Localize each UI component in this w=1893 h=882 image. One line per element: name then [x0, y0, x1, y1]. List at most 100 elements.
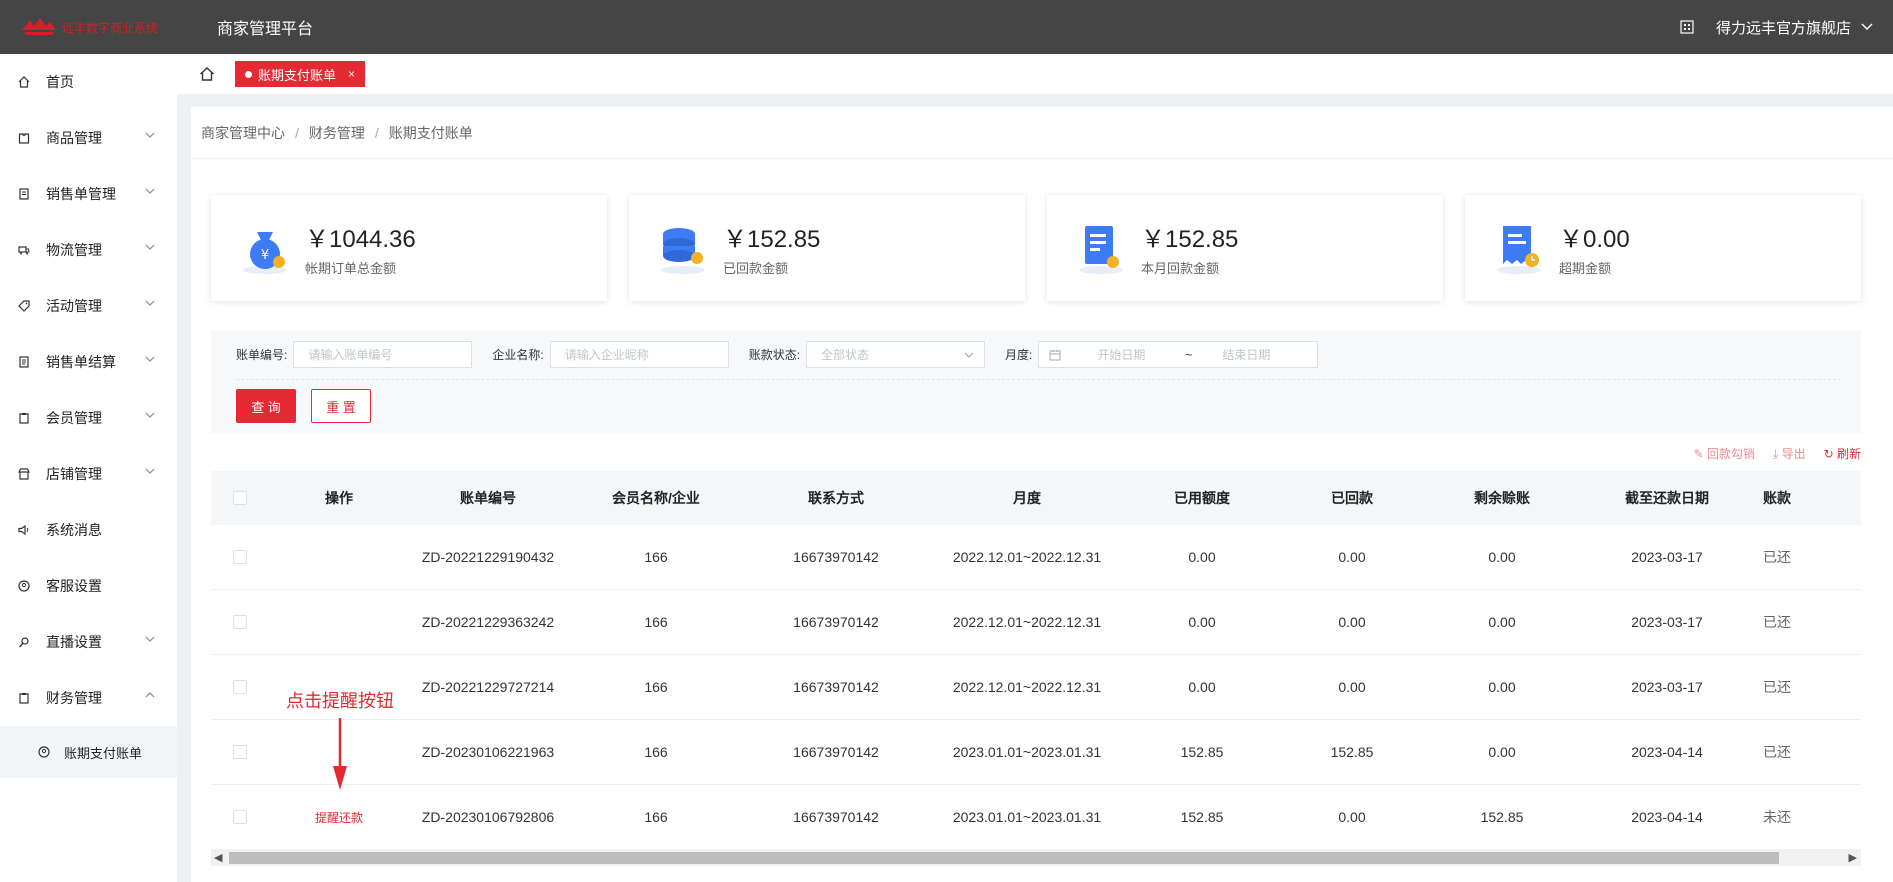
export-button[interactable]: ⤓ 导出 — [1773, 445, 1806, 462]
scroll-right-icon[interactable]: ▶ — [1849, 851, 1857, 864]
sidebar-item-label: 销售单管理 — [46, 186, 116, 202]
writeoff-button[interactable]: ✎ 回款勾销 — [1694, 445, 1755, 462]
sidebar-item-settlement[interactable]: 销售单结算 — [0, 334, 177, 390]
bill-no-input[interactable]: 请输入账单编号 — [293, 341, 473, 368]
sidebar-item-shop[interactable]: 店铺管理 — [0, 446, 177, 502]
table-row: ZD-20230106221963 166 16673970142 2023.0… — [211, 720, 1861, 785]
end-date-input[interactable]: 结束日期 — [1222, 346, 1270, 363]
contact-cell: 16673970142 — [793, 809, 879, 825]
qrcode-icon[interactable] — [1680, 20, 1694, 34]
sidebar-item-label: 活动管理 — [46, 298, 102, 314]
chevron-down-icon — [145, 468, 155, 474]
home-icon — [200, 67, 214, 81]
stat-value: ￥152.85 — [1141, 226, 1239, 253]
member-cell: 166 — [644, 549, 668, 565]
query-button[interactable]: 查 询 — [236, 389, 296, 423]
breadcrumb-item[interactable]: 财务管理 — [309, 123, 365, 143]
remaining-cell: 0.00 — [1488, 614, 1516, 630]
row-checkbox[interactable] — [233, 615, 247, 629]
breadcrumb-item[interactable]: 商家管理中心 — [201, 123, 285, 143]
repaid-cell: 0.00 — [1338, 549, 1366, 565]
header-cell: 会员名称/企业 — [612, 490, 700, 506]
month-cell: 2022.12.01~2022.12.31 — [952, 549, 1102, 565]
sidebar-item-label: 首页 — [46, 74, 74, 90]
document-icon — [1079, 226, 1123, 274]
status-select[interactable]: 全部状态 — [806, 341, 986, 368]
header-cell: 截至还款日期 — [1625, 490, 1709, 506]
sidebar-item-messages[interactable]: 系统消息 — [0, 502, 177, 558]
store-menu[interactable]: 得力远丰官方旗舰店 — [1716, 17, 1873, 38]
sidebar-item-label: 销售单结算 — [46, 354, 116, 370]
member-cell: 166 — [644, 744, 668, 760]
sidebar-item-goods[interactable]: 商品管理 — [0, 110, 177, 166]
row-checkbox-cell — [211, 680, 269, 694]
sidebar-subitem-label: 账期支付账单 — [64, 745, 143, 761]
status-cell: 未还 — [1763, 809, 1791, 825]
remind-repay-button[interactable]: 提醒还款 — [315, 811, 363, 825]
month-range-picker[interactable]: 开始日期 ~ 结束日期 — [1038, 341, 1319, 368]
status-label: 账款状态: — [748, 348, 801, 362]
row-checkbox[interactable] — [233, 680, 247, 694]
scroll-left-icon[interactable]: ◀ — [214, 851, 222, 864]
company-input[interactable]: 请输入企业昵称 — [549, 341, 729, 368]
tab-credit-bill[interactable]: 账期支付账单 × — [235, 61, 366, 87]
remaining-cell: 0.00 — [1488, 744, 1516, 760]
sidebar-item-sales-orders[interactable]: 销售单管理 — [0, 166, 177, 222]
filter-panel: 账单编号: 请输入账单编号 企业名称: 请输入企业昵称 账款状态: 全部状态 月… — [211, 331, 1861, 433]
used-cell: 0.00 — [1188, 679, 1216, 695]
member-cell: 166 — [644, 614, 668, 630]
header-cell: 账单编号 — [460, 490, 516, 506]
refresh-button[interactable]: ↻ 刷新 — [1824, 445, 1861, 462]
row-checkbox[interactable] — [233, 550, 247, 564]
start-date-input[interactable]: 开始日期 — [1097, 346, 1145, 363]
home-icon — [18, 76, 30, 88]
shop-icon — [18, 468, 30, 480]
sidebar-item-live[interactable]: 直播设置 — [0, 614, 177, 670]
sidebar-item-label: 店铺管理 — [46, 466, 102, 482]
chevron-down-icon — [1861, 23, 1873, 30]
sidebar-item-logistics[interactable]: 物流管理 — [0, 222, 177, 278]
chevron-down-icon — [145, 356, 155, 362]
select-all-checkbox[interactable] — [233, 491, 247, 505]
row-checkbox[interactable] — [233, 745, 247, 759]
month-cell: 2022.12.01~2022.12.31 — [952, 679, 1102, 695]
tab-close-icon[interactable]: × — [348, 67, 355, 81]
used-cell: 152.85 — [1180, 809, 1224, 825]
used-cell: 0.00 — [1188, 614, 1216, 630]
chevron-down-icon — [145, 244, 155, 250]
reset-button[interactable]: 重 置 — [311, 389, 371, 423]
sidebar-subitem-credit-bill[interactable]: 账期支付账单 — [0, 726, 177, 778]
sidebar-item-finance[interactable]: 财务管理 — [0, 670, 177, 726]
table-row: ZD-20221229190432 166 16673970142 2022.1… — [211, 525, 1861, 590]
bill-no-cell: ZD-20221229190432 — [421, 549, 555, 565]
header-cell: 账款 — [1763, 490, 1791, 506]
month-label: 月度: — [1005, 348, 1033, 362]
logo[interactable]: 远丰数字商业系统 — [20, 16, 197, 38]
tab-label: 账期支付账单 — [258, 67, 337, 83]
sidebar-item-customer-service[interactable]: 客服设置 — [0, 558, 177, 614]
company-label: 企业名称: — [492, 348, 544, 362]
scrollbar-thumb[interactable] — [229, 852, 1779, 864]
filter-divider — [236, 379, 1841, 380]
header-cell: 操作 — [325, 490, 353, 506]
chevron-down-icon — [145, 188, 155, 194]
bill-table: 操作 账单编号 会员名称/企业 联系方式 月度 已用额度 已回款 剩余赊账 截至… — [211, 471, 1861, 855]
bill-icon — [38, 746, 50, 758]
refresh-label: 刷新 — [1836, 447, 1861, 461]
tag-icon — [18, 300, 30, 312]
bill-no-cell: ZD-20221229727214 — [421, 679, 555, 695]
tab-home[interactable] — [189, 54, 225, 94]
row-checkbox[interactable] — [233, 810, 247, 824]
stat-label: 本月回款金额 — [1141, 261, 1220, 276]
order-icon — [18, 188, 30, 200]
sidebar-item-activity[interactable]: 活动管理 — [0, 278, 177, 334]
table-horizontal-scrollbar[interactable]: ◀ ▶ — [211, 850, 1861, 866]
header-cell: 已用额度 — [1174, 490, 1230, 506]
top-bar: 远丰数字商业系统 商家管理平台 得力远丰官方旗舰店 — [0, 0, 1893, 54]
remaining-cell: 0.00 — [1488, 679, 1516, 695]
sidebar-item-members[interactable]: 会员管理 — [0, 390, 177, 446]
row-checkbox-cell — [211, 745, 269, 759]
sidebar-item-home[interactable]: 首页 — [0, 54, 177, 110]
table-header: 操作 账单编号 会员名称/企业 联系方式 月度 已用额度 已回款 剩余赊账 截至… — [211, 471, 1861, 525]
header-cell: 月度 — [1013, 490, 1041, 506]
